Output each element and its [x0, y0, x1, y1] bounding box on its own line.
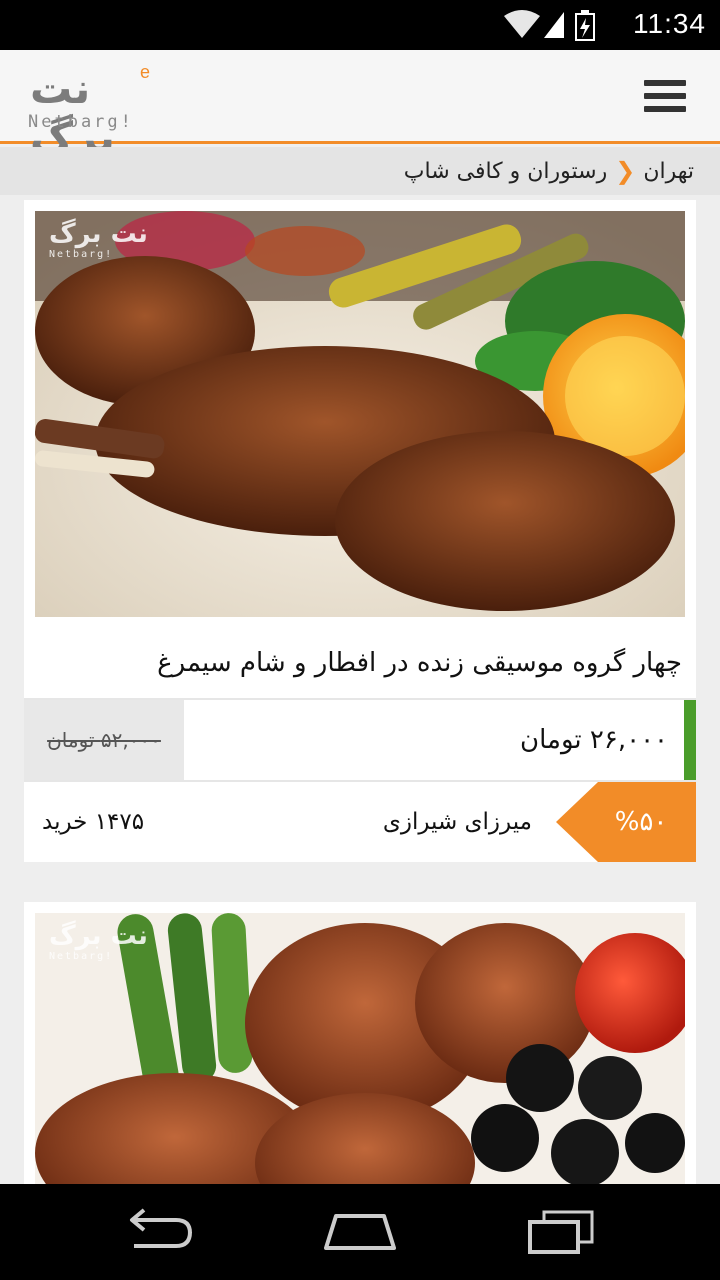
chevron-left-icon: ❮	[615, 157, 636, 185]
photo-watermark: نت برگ Netbarg!	[49, 921, 148, 962]
home-icon[interactable]	[320, 1206, 400, 1258]
status-time: 11:34	[633, 8, 706, 39]
logo-text-en: Netbarg!	[28, 112, 134, 132]
status-icons	[504, 10, 595, 41]
battery-icon	[575, 10, 595, 41]
new-price: ۲۶,۰۰۰ تومان	[520, 725, 668, 755]
logo-letter: e	[140, 62, 151, 82]
old-price: ۵۲,۰۰۰ تومان	[24, 700, 184, 780]
wifi-icon	[504, 10, 540, 38]
deal-card[interactable]: نت برگ Netbarg! چهار گروه موسیقی زنده در…	[24, 200, 696, 862]
hamburger-menu-icon[interactable]	[644, 80, 686, 116]
system-nav-bar	[0, 1184, 720, 1280]
deal-photo[interactable]: نت برگ Netbarg!	[35, 913, 685, 1213]
info-row: ۱۴۷۵ خرید میرزای شیرازی %۵۰	[24, 782, 696, 862]
discount-badge: %۵۰	[556, 782, 696, 862]
grilled-lamb-chops-image	[35, 211, 685, 617]
deal-photo[interactable]: نت برگ Netbarg!	[35, 211, 685, 617]
breadcrumb-city[interactable]: تهران	[643, 159, 694, 184]
signal-icon	[544, 12, 564, 38]
status-bar: 11:34	[0, 0, 720, 50]
recent-apps-icon[interactable]	[520, 1206, 600, 1258]
back-icon[interactable]	[120, 1206, 200, 1258]
price-indicator-bar	[684, 700, 696, 780]
buy-count: ۱۴۷۵ خرید	[42, 809, 145, 835]
price-row: ۵۲,۰۰۰ تومان ۲۶,۰۰۰ تومان	[24, 700, 696, 780]
breadcrumb: تهران ❮ رستوران و کافی شاپ	[0, 147, 720, 195]
photo-watermark: نت برگ Netbarg!	[49, 219, 148, 260]
deal-card[interactable]: نت برگ Netbarg!	[24, 902, 696, 1213]
breadcrumb-category[interactable]: رستوران و کافی شاپ	[404, 159, 607, 184]
vendor-name: میرزای شیرازی	[382, 809, 532, 835]
netbarg-logo[interactable]: نت برگ e Netbarg!	[24, 62, 174, 162]
deal-title[interactable]: چهار گروه موسیقی زنده در افطار و شام سیم…	[24, 630, 696, 696]
app-header: نت برگ e Netbarg!	[0, 50, 720, 162]
